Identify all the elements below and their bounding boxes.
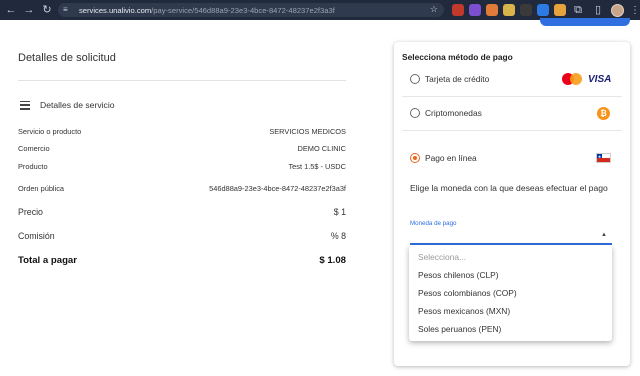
dropdown-option-mxn[interactable]: Pesos mexicanos (MXN) <box>418 306 510 316</box>
price-label: Precio <box>18 207 43 217</box>
dropdown-option-cop[interactable]: Pesos colombianos (COP) <box>418 288 517 298</box>
extension-icon[interactable] <box>537 4 549 16</box>
detail-label: Orden pública <box>18 184 65 193</box>
option-online-payment[interactable]: Pago en línea ★ <box>394 143 630 173</box>
detail-value: Test 1.5$ - USDC <box>288 162 346 171</box>
price-row: Precio $ 1 <box>18 207 346 217</box>
puzzle-icon[interactable]: ⧉ <box>571 3 585 17</box>
dropdown-placeholder[interactable]: Selecciona... <box>418 252 466 262</box>
detail-row: Servicio o producto SERVICIOS MEDICOS <box>18 127 346 136</box>
option-crypto[interactable]: Criptomonedas ₿ <box>394 98 630 128</box>
commission-label: Comisión <box>18 231 55 241</box>
online-payment-radio[interactable] <box>410 153 420 163</box>
option-credit-card[interactable]: Tarjeta de crédito VISA <box>394 64 630 94</box>
profile-avatar[interactable] <box>611 3 624 17</box>
url-host: services.unalivio.com <box>79 5 152 15</box>
dropdown-option-pen[interactable]: Soles peruanos (PEN) <box>418 324 501 334</box>
detail-row: Producto Test 1.5$ - USDC <box>18 162 346 171</box>
service-details-label: Detalles de servicio <box>40 100 115 110</box>
url-text: services.unalivio.com/pay-service/546d88… <box>79 6 335 15</box>
service-details-header: Detalles de servicio <box>20 100 115 110</box>
total-label: Total a pagar <box>18 255 77 266</box>
currency-field-label: Moneda de pago <box>410 220 457 227</box>
chile-flag-icon: ★ <box>596 153 611 163</box>
currency-dropdown-menu: Selecciona... Pesos chilenos (CLP) Pesos… <box>409 245 612 341</box>
credit-card-radio[interactable] <box>410 74 420 84</box>
extension-icon[interactable] <box>452 4 464 16</box>
payment-method-title: Selecciona método de pago <box>402 52 513 62</box>
bookmark-star-icon[interactable]: ☆ <box>430 4 438 15</box>
mastercard-icon <box>562 73 584 85</box>
detail-label: Servicio o producto <box>18 127 82 136</box>
list-icon <box>20 100 30 110</box>
commission-row: Comisión % 8 <box>18 231 346 241</box>
price-value: $ 1 <box>333 207 346 217</box>
divider <box>402 130 622 131</box>
online-payment-label: Pago en línea <box>425 153 477 163</box>
crypto-radio[interactable] <box>410 108 420 118</box>
crypto-label: Criptomonedas <box>425 108 482 118</box>
visa-icon: VISA <box>588 73 612 85</box>
bitcoin-icon: ₿ <box>597 106 610 120</box>
browser-toolbar: ← → ↻ ≡ services.unalivio.com/pay-servic… <box>0 0 640 20</box>
caret-up-icon[interactable]: ▲ <box>601 232 607 238</box>
detail-label: Producto <box>18 162 48 171</box>
address-bar[interactable]: ≡ services.unalivio.com/pay-service/546d… <box>58 3 444 17</box>
dropdown-option-clp[interactable]: Pesos chilenos (CLP) <box>418 270 499 280</box>
commission-value: % 8 <box>330 231 346 241</box>
site-info-icon[interactable]: ≡ <box>63 5 73 15</box>
url-path: /pay-service/546d88a9-23e3-4bce-8472-482… <box>151 5 335 15</box>
extension-icon[interactable] <box>486 4 498 16</box>
total-value: $ 1.08 <box>319 255 346 266</box>
extensions-bar <box>452 4 566 16</box>
detail-row: Orden pública 546d88a9-23e3-4bce-8472-48… <box>18 184 346 193</box>
divider <box>18 80 346 81</box>
detail-value: DEMO CLINIC <box>297 144 346 153</box>
back-icon[interactable]: ← <box>4 3 18 17</box>
extension-icon[interactable] <box>554 4 566 16</box>
kebab-menu-icon[interactable]: ⋮ <box>630 5 640 16</box>
total-row: Total a pagar $ 1.08 <box>18 255 346 266</box>
detail-value: SERVICIOS MEDICOS <box>269 127 346 136</box>
extension-icon[interactable] <box>469 4 481 16</box>
forward-icon[interactable]: → <box>22 3 36 17</box>
sidebar-icon[interactable]: ▯ <box>591 3 605 17</box>
divider <box>402 96 622 97</box>
extension-icon[interactable] <box>503 4 515 16</box>
detail-value: 546d88a9-23e3-4bce-8472-48237e2f3a3f <box>209 184 346 193</box>
currency-question: Elige la moneda con la que deseas efectu… <box>410 183 608 193</box>
reload-icon[interactable]: ↻ <box>40 3 54 17</box>
credit-card-label: Tarjeta de crédito <box>425 74 490 84</box>
header-button[interactable] <box>540 18 630 26</box>
detail-label: Comercio <box>18 144 50 153</box>
page-title: Detalles de solicitud <box>18 52 116 64</box>
extension-icon[interactable] <box>520 4 532 16</box>
detail-row: Comercio DEMO CLINIC <box>18 144 346 153</box>
